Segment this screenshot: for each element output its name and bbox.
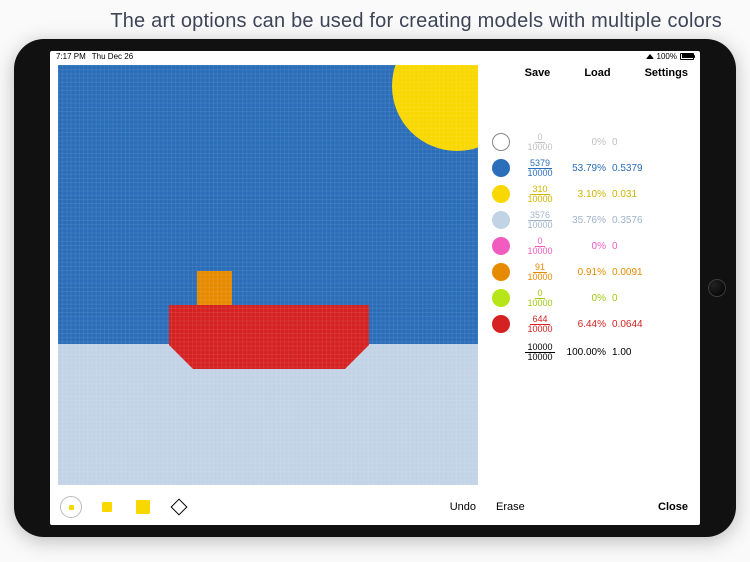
swatch-pink[interactable] xyxy=(492,237,510,255)
decimal: 0.031 xyxy=(612,189,658,200)
fraction: 010000 xyxy=(518,237,562,256)
status-date: Thu Dec 26 xyxy=(92,52,133,61)
fraction: 64410000 xyxy=(518,315,562,334)
color-row-orange[interactable]: 91100000.91%0.0091 xyxy=(492,261,692,283)
fraction: 9110000 xyxy=(518,263,562,282)
fraction: 010000 xyxy=(518,289,562,308)
diamond-icon xyxy=(171,499,188,516)
swatch-white[interactable] xyxy=(492,133,510,151)
decimal: 0.0644 xyxy=(612,319,658,330)
color-row-blue[interactable]: 53791000053.79%0.5379 xyxy=(492,157,692,179)
color-row-yellow[interactable]: 310100003.10%0.031 xyxy=(492,183,692,205)
wifi-icon xyxy=(646,54,654,59)
close-button[interactable]: Close xyxy=(658,501,688,513)
canvas-hull-bottom xyxy=(193,345,345,369)
settings-button[interactable]: Settings xyxy=(645,67,688,87)
percent: 0% xyxy=(562,137,612,148)
color-row-lime[interactable]: 0100000%0 xyxy=(492,287,692,309)
top-actions: Save Load Settings xyxy=(492,65,692,87)
percent: 53.79% xyxy=(562,163,612,174)
fraction: 537910000 xyxy=(518,159,562,178)
load-button[interactable]: Load xyxy=(584,67,610,87)
brush-large-icon xyxy=(136,500,150,514)
home-button[interactable] xyxy=(708,279,726,297)
brush-large-button[interactable] xyxy=(132,496,154,518)
status-bar: 7:17 PM Thu Dec 26 100% xyxy=(50,51,700,61)
app-body: Undo Save Load Settings 0100000%05379100… xyxy=(50,61,700,525)
percent: 0.91% xyxy=(562,267,612,278)
save-button[interactable]: Save xyxy=(525,67,551,87)
right-column: Save Load Settings 0100000%053791000053.… xyxy=(478,65,692,521)
fraction: 31010000 xyxy=(518,185,562,204)
color-row-ltblue[interactable]: 35761000035.76%0.3576 xyxy=(492,209,692,231)
swatch-ltblue[interactable] xyxy=(492,211,510,229)
promo-caption: The art options can be used for creating… xyxy=(0,0,750,39)
canvas-column: Undo xyxy=(58,65,478,521)
swatch-blue[interactable] xyxy=(492,159,510,177)
swatch-red[interactable] xyxy=(492,315,510,333)
canvas-hull-left xyxy=(169,345,193,369)
color-row-total: 1000010000100.00%1.00 xyxy=(492,341,692,363)
percent: 3.10% xyxy=(562,189,612,200)
percent: 0% xyxy=(562,293,612,304)
percent: 6.44% xyxy=(562,319,612,330)
erase-button[interactable]: Erase xyxy=(496,501,525,513)
pixel-canvas[interactable] xyxy=(58,65,478,485)
battery-pct: 100% xyxy=(657,52,677,61)
color-row-white[interactable]: 0100000%0 xyxy=(492,131,692,153)
canvas-hull-right xyxy=(345,345,369,369)
status-time: 7:17 PM xyxy=(56,52,86,61)
swatch-yellow[interactable] xyxy=(492,185,510,203)
bottom-actions: Erase Close xyxy=(492,501,692,521)
color-row-red[interactable]: 644100006.44%0.0644 xyxy=(492,313,692,335)
battery-icon xyxy=(680,53,694,60)
canvas-cabin xyxy=(197,271,232,305)
decimal: 0 xyxy=(612,137,658,148)
undo-button[interactable]: Undo xyxy=(450,501,478,513)
decimal: 0 xyxy=(612,241,658,252)
decimal: 0 xyxy=(612,293,658,304)
fraction: 357610000 xyxy=(518,211,562,230)
fill-button[interactable] xyxy=(168,496,190,518)
brush-medium-icon xyxy=(102,502,112,512)
fraction: 010000 xyxy=(518,133,562,152)
ipad-body: 7:17 PM Thu Dec 26 100% xyxy=(14,39,736,537)
decimal: 0.3576 xyxy=(612,215,658,226)
screen: 7:17 PM Thu Dec 26 100% xyxy=(50,51,700,525)
canvas-hull xyxy=(169,305,369,345)
tool-row: Undo xyxy=(58,485,478,521)
color-row-pink[interactable]: 0100000%0 xyxy=(492,235,692,257)
color-table: 0100000%053791000053.79%0.5379310100003.… xyxy=(492,131,692,363)
device-frame: 7:17 PM Thu Dec 26 100% xyxy=(0,39,750,562)
brush-small-button[interactable] xyxy=(60,496,82,518)
decimal: 0.5379 xyxy=(612,163,658,174)
brush-medium-button[interactable] xyxy=(96,496,118,518)
decimal: 0.0091 xyxy=(612,267,658,278)
swatch-orange[interactable] xyxy=(492,263,510,281)
percent: 0% xyxy=(562,241,612,252)
percent: 35.76% xyxy=(562,215,612,226)
brush-small-icon xyxy=(69,505,74,510)
swatch-lime[interactable] xyxy=(492,289,510,307)
